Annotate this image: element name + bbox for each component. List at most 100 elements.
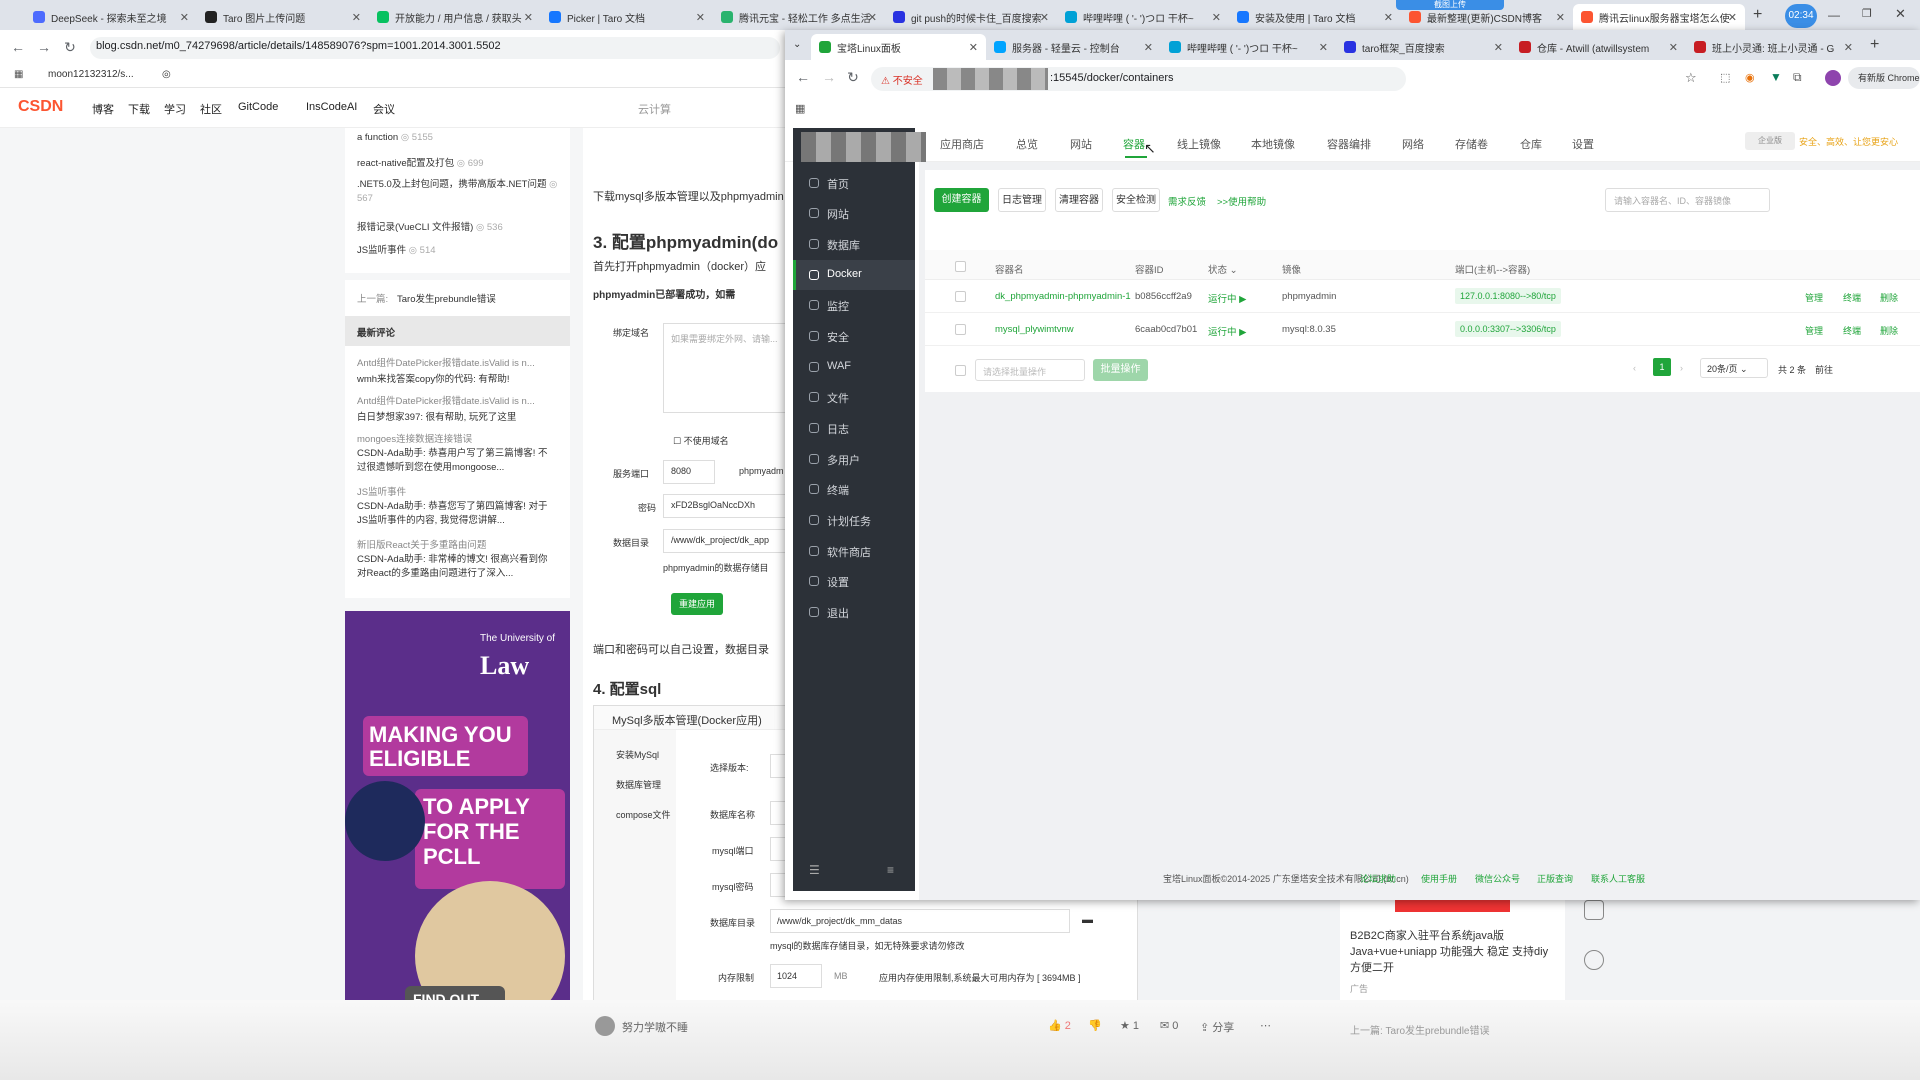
close-icon[interactable]: ✕ <box>180 11 189 24</box>
sidebar-item-site[interactable]: 网站 <box>793 198 915 228</box>
close-icon[interactable]: ✕ <box>1319 41 1328 54</box>
nav-inscode[interactable]: InsCodeAI <box>306 101 357 113</box>
topnav-online-image[interactable]: 线上镜像 <box>1177 136 1221 152</box>
comment-source[interactable]: 新旧版React关于多重路由问题 <box>357 537 486 551</box>
close-icon[interactable]: ✕ <box>1728 11 1737 24</box>
close-icon[interactable]: ✕ <box>1212 11 1221 24</box>
feedback-link[interactable]: 需求反馈 <box>1168 194 1206 208</box>
insecure-badge[interactable]: ⚠ 不安全 <box>881 72 923 87</box>
sidebar-item-settings[interactable]: 设置 <box>793 566 915 596</box>
close-icon[interactable]: ✕ <box>1556 11 1565 24</box>
close-window-button[interactable]: ✕ <box>1895 6 1906 22</box>
topnav-settings[interactable]: 设置 <box>1572 136 1594 152</box>
nav-download[interactable]: 下载 <box>128 101 150 117</box>
close-icon[interactable]: ✕ <box>1040 11 1049 24</box>
topnav-site[interactable]: 网站 <box>1070 136 1092 152</box>
footer-link-license[interactable]: 正版查询 <box>1537 872 1573 885</box>
mysql-menu-compose[interactable]: compose文件 <box>616 808 671 821</box>
col-status[interactable]: 状态 ⌄ <box>1208 262 1238 276</box>
container-name-link[interactable]: mysql_plywimtvnw <box>995 324 1074 335</box>
comment-source[interactable]: JS监听事件 <box>357 484 406 498</box>
mysql-menu-install[interactable]: 安装MySql <box>616 748 659 761</box>
search-hint[interactable]: 云计算 <box>638 101 671 117</box>
prev-page-button[interactable]: ‹ <box>1633 363 1636 373</box>
sidebar-item-database[interactable]: 数据库 <box>793 229 915 259</box>
sidebar-item-waf[interactable]: WAF <box>793 352 915 382</box>
col-port[interactable]: 端口(主机-->容器) <box>1455 262 1530 276</box>
tab-search-icon[interactable]: ⌄ <box>793 39 801 50</box>
tab-deepseek[interactable]: DeepSeek - 探索未至之境 ✕ <box>25 4 197 30</box>
batch-op-button[interactable]: 批量操作 <box>1093 359 1148 381</box>
prev-article-link[interactable]: Taro发生prebundle错误 <box>397 291 496 305</box>
tab-taro-search[interactable]: taro框架_百度搜索 ✕ <box>1336 34 1511 60</box>
close-icon[interactable]: ✕ <box>696 11 705 24</box>
manage-link[interactable]: 管理 <box>1805 324 1823 337</box>
hot-article[interactable]: react-native配置及打包 ◎ 699 <box>357 155 484 169</box>
globe-icon[interactable]: ◎ <box>162 69 171 80</box>
manage-link[interactable]: 管理 <box>1805 291 1823 304</box>
delete-link[interactable]: 删除 <box>1880 291 1898 304</box>
topnav-volume[interactable]: 存储卷 <box>1455 136 1488 152</box>
status-running[interactable]: 运行中 ▶ <box>1208 291 1246 305</box>
security-check-button[interactable]: 安全检测 <box>1112 188 1160 212</box>
comment-button[interactable]: ✉ 0 <box>1160 1019 1178 1032</box>
tab-banshang[interactable]: 班上小灵通: 班上小灵通 - G ✕ <box>1686 34 1861 60</box>
sidebar-item-home[interactable]: 首页 <box>793 168 915 198</box>
page-size-select[interactable]: 20条/页 ⌄ <box>1700 358 1768 378</box>
create-container-button[interactable]: 创建容器 <box>934 188 989 212</box>
github-bookmark[interactable]: moon12132312/s... <box>48 69 134 80</box>
tab-git-push[interactable]: git push的时候卡住_百度搜索 ✕ <box>885 4 1057 30</box>
folder-icon[interactable]: ▬ <box>1082 914 1093 926</box>
sidebar-item-docker[interactable]: Docker <box>793 260 915 290</box>
forward-arrow-icon[interactable]: → <box>36 39 52 55</box>
topnav-compose[interactable]: 容器编排 <box>1327 136 1371 152</box>
tab-bt-panel[interactable]: 宝塔Linux面板 ✕ <box>811 34 986 60</box>
tab-picker[interactable]: Picker | Taro 文档 ✕ <box>541 4 713 30</box>
star-button[interactable]: ★ 1 <box>1120 1019 1139 1032</box>
nav-gitcode[interactable]: GitCode <box>238 101 278 113</box>
no-domain-checkbox[interactable]: ☐ 不使用域名 <box>673 434 729 447</box>
topnav-network[interactable]: 网络 <box>1402 136 1424 152</box>
next-page-button[interactable]: › <box>1680 363 1683 373</box>
extension-icon[interactable]: ◉ <box>1745 71 1755 84</box>
new-tab-button[interactable]: + <box>1753 6 1762 24</box>
comment-source[interactable]: Antd组件DatePicker报错date.isValid is n... <box>357 355 535 369</box>
reload-icon[interactable]: ↻ <box>845 69 861 85</box>
minimize-button[interactable]: — <box>1828 8 1840 22</box>
tab-lighthouse[interactable]: 服务器 - 轻量云 - 控制台 ✕ <box>986 34 1161 60</box>
star-icon[interactable]: ☆ <box>1685 70 1697 86</box>
extension-icon[interactable]: ▼ <box>1770 70 1782 84</box>
close-icon[interactable]: ✕ <box>1844 41 1853 54</box>
apps-grid-icon[interactable]: ▦ <box>795 102 805 115</box>
maximize-button[interactable]: ❐ <box>1862 7 1872 20</box>
sidebar-item-terminal[interactable]: 终端 <box>793 474 915 504</box>
close-icon[interactable]: ✕ <box>1669 41 1678 54</box>
row-checkbox[interactable] <box>955 291 966 302</box>
footer-link-support[interactable]: 联系人工客服 <box>1591 872 1645 885</box>
col-id[interactable]: 容器ID <box>1135 262 1164 276</box>
topnav-registry[interactable]: 仓库 <box>1520 136 1542 152</box>
tab-open-ability[interactable]: 开放能力 / 用户信息 / 获取头 ✕ <box>369 4 541 30</box>
col-image[interactable]: 镜像 <box>1282 262 1301 276</box>
container-name-link[interactable]: dk_phpmyadmin-phpmyadmin-1 <box>995 291 1131 302</box>
comment-source[interactable]: Antd组件DatePicker报错date.isValid is n... <box>357 393 535 407</box>
promo-card[interactable]: B2B2C商家入驻平台系统java版 Java+vue+uniapp 功能强大 … <box>1340 900 1565 1000</box>
nav-community[interactable]: 社区 <box>200 101 222 117</box>
collapse-icon[interactable]: ☰ <box>809 863 820 877</box>
enterprise-badge[interactable]: 企业版 <box>1745 132 1795 150</box>
delete-link[interactable]: 删除 <box>1880 324 1898 337</box>
sidebar-item-logs[interactable]: 日志 <box>793 413 915 443</box>
sidebar-item-security[interactable]: 安全 <box>793 321 915 351</box>
tab-bilibili[interactable]: 哔哩哔哩 ( '- ')つロ 干杯~ ✕ <box>1161 34 1336 60</box>
share-button[interactable]: ⇪ 分享 <box>1200 1019 1234 1035</box>
law-school-ad[interactable]: The University of Law MAKING YOU ELIGIBL… <box>345 611 570 1041</box>
row-checkbox[interactable] <box>955 324 966 335</box>
port-mapping[interactable]: 127.0.0.1:8080-->80/tcp <box>1455 288 1561 304</box>
nav-learn[interactable]: 学习 <box>164 101 186 117</box>
forward-arrow-icon[interactable]: → <box>821 69 837 85</box>
tab-repo[interactable]: 仓库 - Atwill (atwillsystem ✕ <box>1511 34 1686 60</box>
hot-article[interactable]: JS监听事件 ◎ 514 <box>357 242 436 256</box>
select-all-checkbox[interactable] <box>955 261 966 272</box>
clean-container-button[interactable]: 清理容器 <box>1055 188 1103 212</box>
dislike-icon[interactable]: 👎 <box>1088 1019 1102 1032</box>
